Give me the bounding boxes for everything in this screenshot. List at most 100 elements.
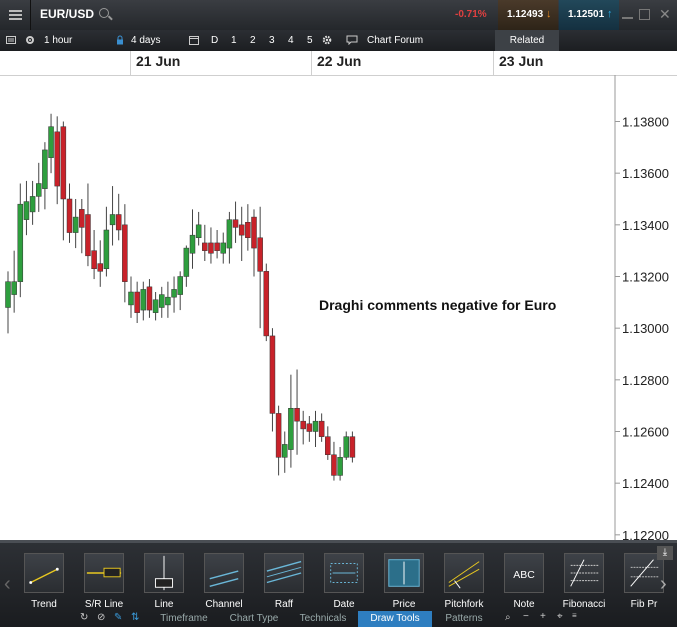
search-icon[interactable] — [99, 8, 109, 18]
collapse-panel-icon[interactable]: ⤓ — [657, 546, 673, 560]
tab-draw-tools[interactable]: Draw Tools — [358, 611, 432, 627]
period-4[interactable]: 4 — [288, 30, 294, 51]
candle-body — [202, 242, 208, 251]
candle — [140, 281, 147, 321]
range-select[interactable]: 4 days — [131, 30, 160, 51]
close-icon[interactable]: ✕ — [659, 6, 671, 22]
draw-tool-channel[interactable]: Channel — [194, 553, 254, 613]
candle-body — [5, 281, 11, 308]
draw-tool-label: Line — [154, 599, 174, 610]
candle-body — [343, 436, 349, 458]
chart-annotation[interactable]: Draghi comments negative for Euro — [319, 297, 556, 313]
candle — [152, 292, 159, 321]
draw-tool-price[interactable]: Price — [374, 553, 434, 613]
candle-body — [48, 126, 54, 158]
candle-body — [159, 294, 165, 308]
y-tick-label: 1.13800 — [622, 115, 669, 130]
tab-technicals[interactable]: Technicals — [288, 611, 358, 627]
scroll-right-icon[interactable]: › — [660, 573, 667, 596]
crosshair-icon[interactable]: ⌖ — [557, 611, 563, 622]
zoom-out-icon[interactable]: − — [523, 611, 529, 622]
gear-icon[interactable] — [322, 35, 332, 45]
draw-tool-date[interactable]: Date — [314, 553, 374, 613]
candle-body — [318, 420, 325, 437]
timeframe-select[interactable]: 1 hour — [44, 30, 72, 51]
pitchfork-icon — [444, 553, 484, 593]
period-2[interactable]: 2 — [250, 30, 256, 51]
settings-icon[interactable] — [25, 35, 35, 45]
vertical-line-icon — [144, 553, 184, 593]
sell-price-button[interactable]: 1.12493 ↓ — [498, 0, 558, 30]
candlestick-chart[interactable]: 1.13800 1.13600 1.13400 1.13200 1.13000 1.128… — [0, 75, 677, 540]
period-d[interactable]: D — [211, 30, 218, 51]
candle — [300, 410, 306, 445]
candle — [208, 227, 214, 264]
menu-icon[interactable] — [0, 0, 31, 30]
zoom-in-icon[interactable]: + — [540, 611, 546, 622]
candle — [232, 201, 239, 243]
list-icon[interactable] — [6, 35, 16, 45]
tab-patterns[interactable]: Patterns — [432, 611, 496, 627]
period-1[interactable]: 1 — [231, 30, 237, 51]
candle — [91, 230, 97, 280]
draw-tool-fibonacci[interactable]: Fibonacci — [554, 553, 614, 613]
refresh-icon[interactable]: ↻ — [80, 612, 88, 623]
period-5[interactable]: 5 — [307, 30, 313, 51]
sort-icon[interactable]: ⇅ — [131, 612, 139, 623]
lock-icon[interactable] — [115, 35, 125, 45]
candle-body — [72, 216, 79, 233]
candle-body — [171, 289, 177, 298]
candle — [195, 211, 202, 246]
block-icon[interactable]: ⊘ — [97, 612, 105, 623]
related-tab[interactable]: Related — [495, 30, 559, 51]
scroll-left-icon[interactable]: ‹ — [4, 573, 11, 596]
calendar-icon[interactable] — [189, 35, 199, 45]
tab-timeframe[interactable]: Timeframe — [148, 611, 220, 627]
draw-tool-trend[interactable]: Trend — [14, 553, 74, 613]
trend-line-icon — [24, 553, 64, 593]
candle-body — [226, 219, 233, 249]
draw-tool-s-r-line[interactable]: S/R Line — [74, 553, 134, 613]
instrument-name[interactable]: EUR/USD — [40, 7, 94, 21]
candle-body — [109, 214, 116, 226]
tab-chart-type[interactable]: Chart Type — [220, 611, 288, 627]
draw-tool-note[interactable]: ABC Note — [494, 553, 554, 613]
candle — [331, 441, 337, 481]
candle-body — [251, 216, 257, 249]
y-tick-label: 1.13200 — [622, 270, 669, 285]
draw-tool-line[interactable]: Line — [134, 553, 194, 613]
candle-body — [257, 237, 263, 272]
draw-tool-label: Channel — [205, 599, 243, 610]
candle-body — [128, 291, 134, 306]
data-table-icon[interactable]: ≡ — [572, 611, 577, 620]
candle — [306, 416, 313, 442]
draw-tool-label: Price — [392, 599, 416, 610]
candle — [79, 199, 85, 254]
candle-body — [349, 436, 356, 458]
date-label: 21 Jun — [136, 53, 181, 69]
buy-price-button[interactable]: 1.12501 ↑ — [559, 0, 619, 30]
draw-tool-label: Fib Pr — [630, 599, 658, 610]
candle-body — [17, 203, 24, 282]
candle — [318, 413, 325, 442]
draw-tool-raff[interactable]: Raff — [254, 553, 314, 613]
candle-body — [195, 224, 202, 238]
candle — [257, 206, 263, 329]
chart-forum-link[interactable]: Chart Forum — [367, 30, 423, 51]
candle — [325, 426, 331, 460]
candle-body — [214, 242, 220, 251]
draw-tool-pitchfork[interactable]: Pitchfork — [434, 553, 494, 613]
candle-body — [11, 281, 17, 295]
candle-body — [85, 214, 91, 257]
date-label: 23 Jun — [499, 53, 544, 69]
chat-bubble-icon[interactable] — [346, 35, 358, 45]
candle — [202, 224, 208, 261]
period-3[interactable]: 3 — [269, 30, 275, 51]
date-label: 22 Jun — [317, 53, 362, 69]
maximize-icon[interactable] — [639, 9, 650, 20]
zoom-icon[interactable]: ⌕ — [505, 612, 511, 623]
price-range-icon — [384, 553, 424, 593]
minimize-icon[interactable] — [622, 17, 633, 19]
pencil-icon[interactable]: ✎ — [114, 612, 122, 623]
candle-body — [189, 234, 196, 254]
